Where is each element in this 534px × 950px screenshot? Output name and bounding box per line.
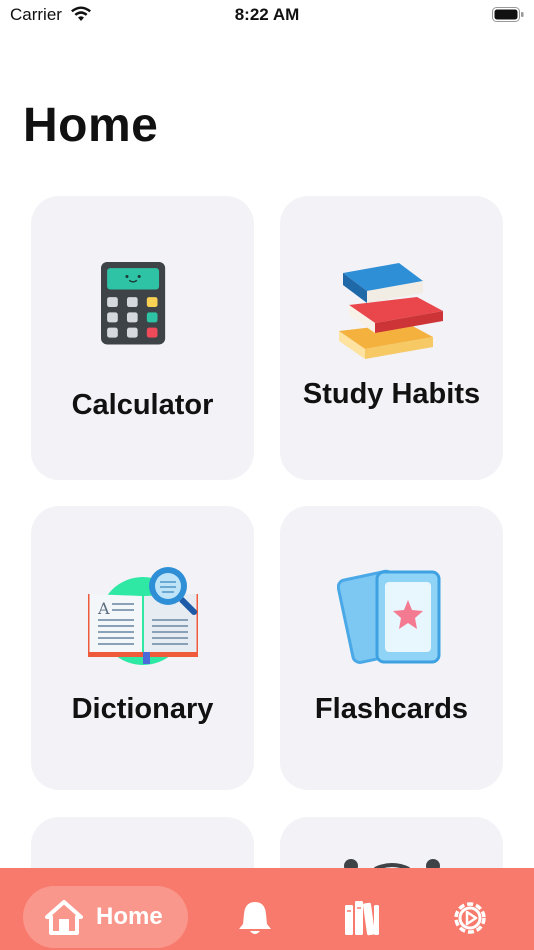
tab-home[interactable]: Home <box>23 886 188 948</box>
study-habits-label: Study Habits <box>302 378 481 410</box>
home-screen: Carrier 8:22 AM Home Calculator Study Ha… <box>0 0 534 950</box>
books-stack-icon <box>338 263 443 359</box>
tab-bar: Home <box>0 868 534 950</box>
home-icon <box>45 900 83 935</box>
flashcards-label: Flashcards <box>314 693 469 725</box>
dictionary-label: Dictionary <box>71 693 214 725</box>
calculator-label: Calculator <box>71 389 214 421</box>
flashcards-icon <box>336 569 440 664</box>
status-bar: Carrier 8:22 AM <box>0 0 534 32</box>
tab-home-label: Home <box>96 903 163 930</box>
page-title: Home <box>23 99 159 152</box>
dictionary-tile[interactable]: A Dictionary <box>31 506 254 790</box>
calculator-icon <box>100 262 165 345</box>
settings-icon[interactable] <box>451 899 489 937</box>
battery-icon <box>492 7 524 22</box>
calculator-tile[interactable]: Calculator <box>31 196 254 480</box>
dictionary-icon: A <box>87 567 198 665</box>
library-icon[interactable] <box>343 899 381 937</box>
svg-text:A: A <box>97 599 110 618</box>
flashcards-tile[interactable]: Flashcards <box>280 506 503 790</box>
study-habits-tile[interactable]: Study Habits <box>280 196 503 480</box>
bell-icon[interactable] <box>236 899 274 937</box>
clock-label: 8:22 AM <box>234 5 300 24</box>
